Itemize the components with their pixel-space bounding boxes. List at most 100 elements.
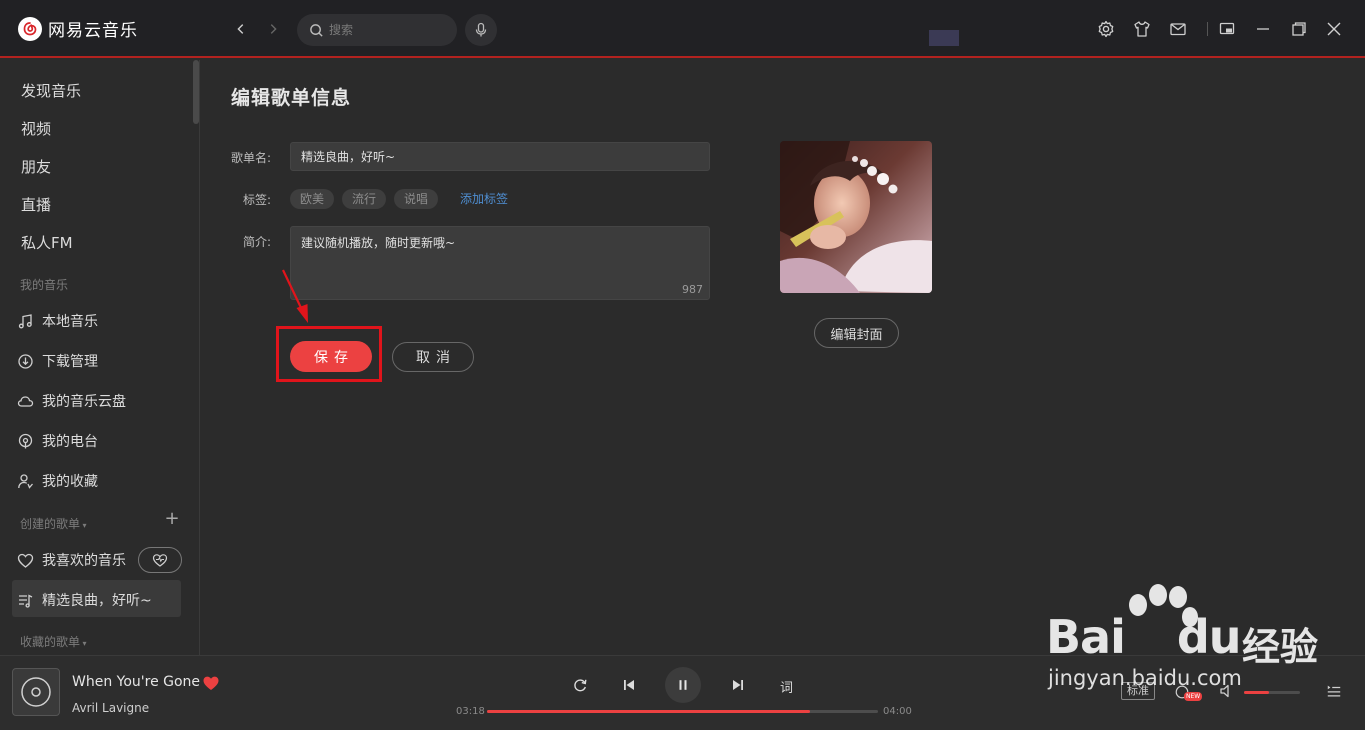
baidu-jingyan-watermark: Bai du 经验 jingyan.baidu.com	[1046, 583, 1346, 703]
next-track-button[interactable]	[729, 676, 747, 694]
sidebar-item-friends[interactable]: 朋友	[21, 156, 51, 177]
sidebar-item-label: 精选良曲，好听~	[42, 593, 152, 609]
mini-mode-button[interactable]	[1217, 19, 1237, 39]
create-playlist-button[interactable]: +	[164, 510, 180, 528]
artist-name[interactable]: Avril Lavigne	[72, 701, 149, 715]
repeat-icon	[574, 679, 587, 692]
tag-chip[interactable]: 说唱	[394, 189, 439, 209]
tag-chip[interactable]: 流行	[342, 189, 387, 209]
sidebar-item-liked-music[interactable]: 我喜欢的音乐	[17, 550, 126, 570]
sidebar-scrollbar[interactable]	[193, 60, 199, 124]
previous-track-button[interactable]	[620, 676, 638, 694]
current-time: 03:18	[456, 706, 485, 717]
playlist-cover-image	[780, 141, 932, 293]
sidebar-item-label: 下载管理	[42, 354, 98, 370]
maximize-button[interactable]	[1289, 19, 1309, 39]
total-time: 04:00	[883, 706, 912, 717]
sidebar-item-playlist-selected[interactable]: 精选良曲，好听~	[17, 590, 152, 610]
netease-logo-icon	[18, 16, 42, 41]
edit-cover-button[interactable]: 编辑封面	[814, 318, 899, 348]
back-button[interactable]	[231, 18, 251, 40]
maximize-icon	[1292, 22, 1306, 36]
search-input[interactable]	[329, 23, 439, 37]
sidebar-item-video[interactable]: 视频	[21, 118, 51, 139]
play-pause-button[interactable]	[665, 667, 701, 703]
playlist-name-input[interactable]	[290, 142, 710, 171]
sidebar-item-downloads[interactable]: 下载管理	[17, 351, 98, 371]
album-thumbnail[interactable]	[12, 668, 60, 716]
playlist-name-label: 歌单名:	[231, 151, 272, 165]
char-counter: 987	[682, 283, 703, 296]
pause-icon	[679, 680, 687, 690]
mini-mode-icon	[1219, 22, 1235, 35]
annotation-arrow	[282, 269, 308, 323]
tag-chip[interactable]: 欧美	[290, 189, 335, 209]
intro-field[interactable]: 建议随机播放，随时更新哦~ 987	[290, 226, 710, 300]
intro-textarea[interactable]: 建议随机播放，随时更新哦~	[291, 227, 709, 283]
sidebar-item-label: 我的电台	[42, 434, 98, 450]
toolbar-divider	[1207, 22, 1208, 36]
page-title: 编辑歌单信息	[231, 87, 352, 109]
sidebar-item-discover[interactable]: 发现音乐	[21, 80, 81, 101]
tags-label: 标签:	[243, 193, 272, 207]
search-box[interactable]	[297, 14, 457, 46]
sidebar-item-collection[interactable]: 我的收藏	[17, 471, 98, 491]
sidebar: 发现音乐 视频 朋友 直播 私人FM 我的音乐 本地音乐 下载管理 我的音乐云盘…	[0, 60, 200, 655]
settings-button[interactable]	[1096, 19, 1116, 39]
created-playlists-header[interactable]: 创建的歌单 ▾	[20, 515, 87, 532]
cancel-button[interactable]: 取消	[392, 342, 474, 372]
watermark-brand: Bai du	[1046, 610, 1242, 664]
microphone-icon	[475, 22, 487, 37]
my-music-header: 我的音乐	[20, 278, 69, 292]
lyrics-button[interactable]: 词	[780, 677, 793, 696]
collected-playlists-header[interactable]: 收藏的歌单 ▾	[20, 633, 87, 650]
minimize-button[interactable]	[1253, 19, 1273, 39]
title-bar: 网易云音乐	[0, 0, 1365, 58]
forward-button[interactable]	[263, 18, 283, 40]
radio-icon	[18, 433, 33, 448]
sidebar-item-label: 本地音乐	[42, 314, 98, 330]
skin-button[interactable]	[1132, 19, 1152, 39]
sidebar-item-live[interactable]: 直播	[21, 194, 51, 215]
caret-down-icon: ▾	[80, 521, 87, 530]
cover-photo	[780, 141, 932, 293]
sidebar-item-label: 我喜欢的音乐	[42, 553, 126, 569]
collect-icon	[18, 473, 33, 489]
minimize-icon	[1257, 28, 1269, 30]
caret-down-icon: ▾	[80, 639, 87, 648]
progress-fill	[487, 710, 810, 713]
sidebar-item-local-music[interactable]: 本地音乐	[17, 311, 98, 331]
like-heart-icon[interactable]	[202, 674, 220, 692]
sidebar-item-label: 我的音乐云盘	[42, 394, 126, 410]
progress-bar[interactable]	[487, 710, 878, 713]
mail-icon	[1170, 23, 1186, 36]
playlist-icon	[19, 593, 33, 608]
close-icon	[1327, 22, 1341, 36]
sidebar-item-radio[interactable]: 我的电台	[17, 431, 98, 451]
download-icon	[18, 353, 33, 369]
skin-icon	[1134, 21, 1150, 37]
sidebar-item-cloud[interactable]: 我的音乐云盘	[17, 391, 126, 411]
play-mode-button[interactable]	[571, 676, 589, 694]
save-button[interactable]: 保存	[290, 341, 372, 372]
cloud-icon	[17, 395, 34, 407]
chevron-right-icon	[270, 24, 277, 34]
next-icon	[733, 680, 743, 690]
song-title[interactable]: When You're Gone	[72, 674, 200, 690]
search-icon	[310, 23, 323, 37]
app-name: 网易云音乐	[48, 21, 138, 41]
previous-icon	[624, 680, 634, 690]
voice-search-button[interactable]	[465, 14, 497, 46]
heart-outline-icon	[17, 553, 34, 568]
watermark-jingyan: 经验	[1242, 625, 1319, 669]
music-note-icon	[18, 313, 32, 328]
intro-label: 简介:	[243, 235, 272, 249]
app-logo[interactable]: 网易云音乐	[18, 16, 138, 41]
sidebar-item-fm[interactable]: 私人FM	[21, 232, 73, 253]
watermark-url: jingyan.baidu.com	[1048, 666, 1242, 690]
add-tag-link[interactable]: 添加标签	[460, 190, 508, 207]
heartbeat-mode-button[interactable]	[138, 547, 182, 573]
close-button[interactable]	[1324, 19, 1344, 39]
app-window: 网易云音乐 搜索 发现音乐 视频 朋友 直播 私人FM 我的音乐 本地音乐 下载…	[0, 0, 1365, 730]
messages-button[interactable]	[1168, 19, 1188, 39]
